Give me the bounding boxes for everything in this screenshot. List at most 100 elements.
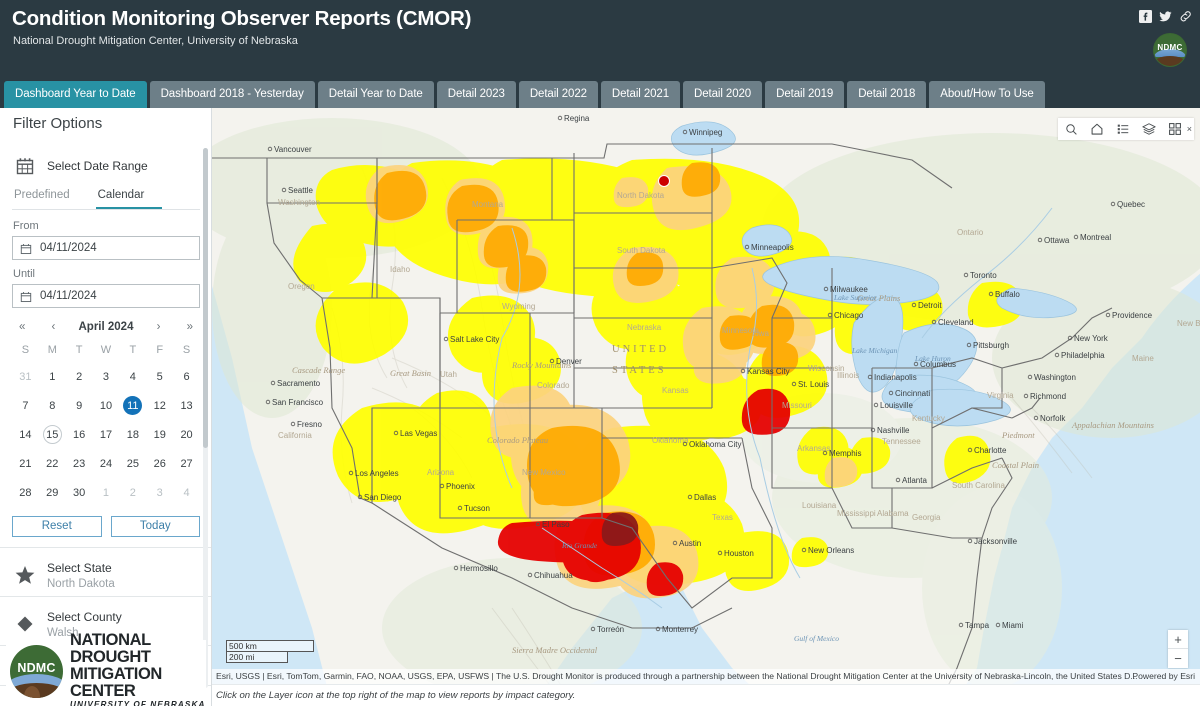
- calendar-day-label: 27: [180, 457, 193, 470]
- calendar-day[interactable]: 31: [12, 363, 39, 390]
- calendar-day-label: 9: [76, 399, 83, 412]
- calendar-day[interactable]: 3: [146, 479, 173, 506]
- map-state-label: Montana: [472, 200, 504, 209]
- map-water-label: Rio Grande: [561, 541, 598, 550]
- page-title: Condition Monitoring Observer Reports (C…: [12, 7, 472, 30]
- tab-about-how-to-use[interactable]: About/How To Use: [929, 81, 1045, 108]
- calendar-day[interactable]: 1: [39, 363, 66, 390]
- calendar-day-label: 13: [180, 399, 193, 412]
- powered-by-esri[interactable]: Powered by Esri: [1132, 669, 1195, 684]
- calendar-day[interactable]: 25: [119, 450, 146, 477]
- calendar-day[interactable]: 20: [173, 421, 200, 448]
- calendar-day[interactable]: 6: [173, 363, 200, 390]
- sidebar-scrollbar-thumb[interactable]: [203, 148, 208, 448]
- tab-detail-2018[interactable]: Detail 2018: [847, 81, 927, 108]
- calendar-day[interactable]: 13: [173, 392, 200, 419]
- ndmc-logo-header[interactable]: NDMC: [1153, 33, 1187, 67]
- reset-button[interactable]: Reset: [12, 516, 102, 537]
- basemap-gallery-icon[interactable]: [1162, 118, 1188, 140]
- drought-map[interactable]: Rocky Mountains Cascade Range Great Basin G…: [212, 108, 1200, 706]
- calendar-day[interactable]: 11: [119, 392, 146, 419]
- page-subtitle: National Drought Mitigation Center, Univ…: [13, 35, 298, 47]
- calendar-day[interactable]: 30: [66, 479, 93, 506]
- search-icon[interactable]: [1058, 118, 1084, 140]
- zoom-out-button[interactable]: −: [1168, 649, 1188, 668]
- until-date-input[interactable]: 04/11/2024: [12, 284, 200, 308]
- calendar-day-label: 3: [156, 486, 163, 499]
- calendar-first-button[interactable]: «: [16, 321, 28, 333]
- diamond-icon: [14, 613, 36, 635]
- twitter-icon[interactable]: [1159, 10, 1172, 23]
- map-state-label: Washington: [278, 198, 320, 207]
- calendar-day[interactable]: 12: [146, 392, 173, 419]
- calendar-small-icon: [20, 290, 32, 303]
- tab-detail-2023[interactable]: Detail 2023: [436, 81, 516, 108]
- link-icon[interactable]: [1179, 10, 1192, 23]
- calendar-day[interactable]: 14: [12, 421, 39, 448]
- layers-icon[interactable]: [1136, 118, 1162, 140]
- calendar-small-icon: [20, 242, 32, 255]
- calendar-day[interactable]: 9: [66, 392, 93, 419]
- calendar-day[interactable]: 17: [93, 421, 120, 448]
- calendar-day[interactable]: 10: [93, 392, 120, 419]
- tab-dashboard-2018-yesterday[interactable]: Dashboard 2018 - Yesterday: [149, 81, 315, 108]
- calendar-next-button[interactable]: ›: [154, 321, 164, 333]
- calendar-day[interactable]: 15: [39, 421, 66, 448]
- calendar-day[interactable]: 19: [146, 421, 173, 448]
- filter-card-state[interactable]: Select State North Dakota: [0, 548, 211, 597]
- from-date-input[interactable]: 04/11/2024: [12, 236, 200, 260]
- map-city-label: Denver: [556, 357, 582, 366]
- calendar-day[interactable]: 18: [119, 421, 146, 448]
- date-range-header[interactable]: Select Date Range: [0, 144, 211, 183]
- tab-dashboard-year-to-date[interactable]: Dashboard Year to Date: [4, 81, 147, 108]
- tab-detail-year-to-date[interactable]: Detail Year to Date: [317, 81, 434, 108]
- tab-detail-2020[interactable]: Detail 2020: [683, 81, 763, 108]
- map-state-label: Alabama: [877, 509, 909, 518]
- calendar-day[interactable]: 28: [12, 479, 39, 506]
- calendar-day[interactable]: 4: [173, 479, 200, 506]
- calendar-day[interactable]: 21: [12, 450, 39, 477]
- map-city-label: Los Angeles: [355, 469, 399, 478]
- calendar-day[interactable]: 7: [12, 392, 39, 419]
- ndmc-wordmark-line1: NATIONAL DROUGHT: [70, 631, 151, 666]
- tab-detail-2021[interactable]: Detail 2021: [600, 81, 681, 108]
- map-state-label: Colorado: [537, 381, 570, 390]
- tab-detail-2022[interactable]: Detail 2022: [518, 81, 598, 108]
- calendar-nav: « ‹ April 2024 › »: [12, 316, 200, 337]
- tab-bar: Dashboard Year to Date Dashboard 2018 - Y…: [0, 74, 1200, 108]
- tab-calendar[interactable]: Calendar: [95, 185, 163, 209]
- calendar-day[interactable]: 8: [39, 392, 66, 419]
- calendar-day[interactable]: 24: [93, 450, 120, 477]
- calendar-day[interactable]: 1: [93, 479, 120, 506]
- tab-detail-2019[interactable]: Detail 2019: [765, 81, 845, 108]
- calendar-day[interactable]: 23: [66, 450, 93, 477]
- calendar-day[interactable]: 2: [119, 479, 146, 506]
- zoom-in-button[interactable]: +: [1168, 630, 1188, 649]
- calendar-last-button[interactable]: »: [184, 321, 196, 333]
- map-state-label: Oregon: [288, 282, 315, 291]
- calendar-day[interactable]: 22: [39, 450, 66, 477]
- facebook-icon[interactable]: [1139, 10, 1152, 23]
- home-icon[interactable]: [1084, 118, 1110, 140]
- today-button[interactable]: Today: [110, 516, 200, 537]
- map-state-label: Virginia: [987, 391, 1014, 400]
- map-state-label: Idaho: [390, 265, 411, 274]
- calendar-day[interactable]: 26: [146, 450, 173, 477]
- calendar-prev-button[interactable]: ‹: [49, 321, 59, 333]
- calendar-day[interactable]: 16: [66, 421, 93, 448]
- calendar-day-label: 28: [19, 486, 32, 499]
- select-state-header[interactable]: Select State North Dakota: [0, 548, 211, 596]
- tab-predefined[interactable]: Predefined: [12, 185, 80, 209]
- map-state-label: Georgia: [912, 513, 941, 522]
- ndmc-logo-footer[interactable]: NDMC NATIONAL DROUGHT MITIGATION CENTER …: [6, 632, 206, 706]
- calendar-day[interactable]: 27: [173, 450, 200, 477]
- calendar-day[interactable]: 2: [66, 363, 93, 390]
- legend-icon[interactable]: [1110, 118, 1136, 140]
- calendar-day[interactable]: 5: [146, 363, 173, 390]
- close-icon[interactable]: ×: [1187, 124, 1192, 134]
- map-city-label: Tucson: [464, 504, 490, 513]
- calendar-day[interactable]: 29: [39, 479, 66, 506]
- map-scalebar: 500 km 200 mi: [226, 640, 314, 663]
- calendar-day[interactable]: 4: [119, 363, 146, 390]
- calendar-day[interactable]: 3: [93, 363, 120, 390]
